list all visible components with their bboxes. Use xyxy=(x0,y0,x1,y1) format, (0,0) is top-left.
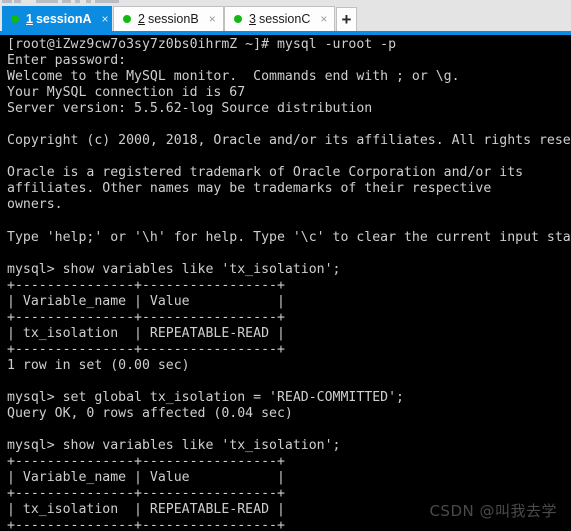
tab-index-label: 2 xyxy=(138,12,145,26)
tab-status-dot-icon xyxy=(123,15,131,23)
tab-close-icon[interactable]: × xyxy=(320,13,327,25)
tab-status-dot-icon xyxy=(234,15,242,23)
toolbar-ghost-button-4 xyxy=(75,0,80,3)
toolbar-ghost-button-5 xyxy=(86,0,91,3)
tab-status-dot-icon xyxy=(11,15,19,23)
tab-title-label: sessionB xyxy=(147,12,199,26)
toolbar-ghost-button-3 xyxy=(62,0,71,3)
toolbar-ghost-button-6 xyxy=(95,0,119,3)
plus-icon: + xyxy=(341,10,352,29)
watermark-label: CSDN @叫我去学 xyxy=(429,502,557,520)
new-tab-button[interactable]: + xyxy=(336,7,357,31)
toolbar-ghost-button-1 xyxy=(14,0,21,3)
tab-sessionc[interactable]: 3 sessionC × xyxy=(224,6,335,31)
tab-sessiona[interactable]: 1 sessionA × xyxy=(2,6,112,32)
tab-title-label: sessionC xyxy=(258,12,311,26)
terminal-pane[interactable]: [root@iZwz9cw7o3sy7z0bs0ihrmZ ~]# mysql … xyxy=(0,35,571,531)
tab-index-label: 3 xyxy=(249,12,256,26)
tab-index-label: 1 xyxy=(26,12,33,26)
tab-title-label: sessionA xyxy=(35,12,92,26)
tab-close-icon[interactable]: × xyxy=(102,13,109,25)
terminal-output: [root@iZwz9cw7o3sy7z0bs0ihrmZ ~]# mysql … xyxy=(7,37,571,531)
tab-close-icon[interactable]: × xyxy=(209,13,216,25)
tab-sessionb[interactable]: 2 sessionB × xyxy=(113,6,224,31)
session-tab-bar: 1 sessionA × 2 sessionB × 3 sessionC × + xyxy=(0,5,571,32)
toolbar-ghost-button-0 xyxy=(2,0,12,3)
toolbar-ghost-button-2 xyxy=(36,0,58,3)
